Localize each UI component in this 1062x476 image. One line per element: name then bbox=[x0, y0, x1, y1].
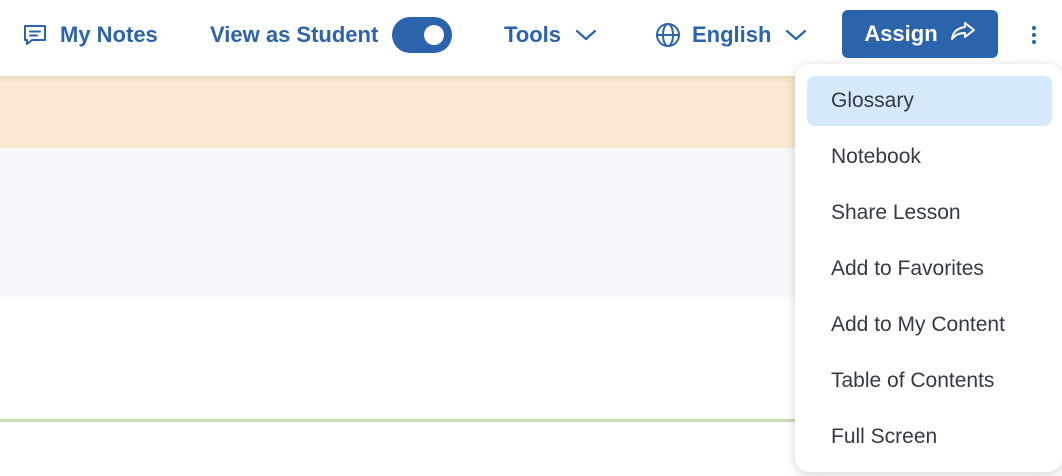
menu-item-label: Notebook bbox=[831, 145, 921, 168]
assign-button[interactable]: Assign bbox=[842, 10, 998, 58]
menu-item-add-to-my-content[interactable]: Add to My Content bbox=[807, 300, 1052, 350]
menu-item-label: Add to Favorites bbox=[831, 257, 984, 280]
kebab-menu-icon[interactable] bbox=[1022, 20, 1046, 50]
menu-item-share-lesson[interactable]: Share Lesson bbox=[807, 188, 1052, 238]
tools-dropdown[interactable]: Tools bbox=[504, 0, 597, 70]
menu-item-label: Share Lesson bbox=[831, 201, 961, 224]
chat-icon bbox=[22, 23, 48, 47]
share-arrow-icon bbox=[950, 20, 976, 48]
menu-item-label: Table of Contents bbox=[831, 369, 995, 392]
tools-label: Tools bbox=[504, 22, 562, 47]
toggle-knob bbox=[424, 25, 445, 45]
view-as-student-label: View as Student bbox=[210, 22, 379, 47]
view-as-student-toggle[interactable] bbox=[392, 17, 453, 53]
my-notes-label: My Notes bbox=[60, 22, 158, 47]
chevron-down-icon bbox=[575, 28, 597, 42]
menu-item-notebook[interactable]: Notebook bbox=[807, 132, 1052, 182]
menu-item-full-screen[interactable]: Full Screen bbox=[807, 412, 1052, 462]
menu-item-glossary[interactable]: Glossary bbox=[807, 76, 1052, 126]
language-dropdown[interactable]: English bbox=[655, 0, 807, 70]
chevron-down-icon bbox=[785, 28, 807, 42]
menu-item-table-of-contents[interactable]: Table of Contents bbox=[807, 356, 1052, 406]
assign-label: Assign bbox=[864, 21, 938, 46]
language-label: English bbox=[692, 22, 772, 47]
view-as-student: View as Student bbox=[210, 0, 453, 70]
my-notes-button[interactable]: My Notes bbox=[22, 0, 158, 70]
overflow-menu: Glossary Notebook Share Lesson Add to Fa… bbox=[795, 64, 1062, 472]
menu-item-add-to-favorites[interactable]: Add to Favorites bbox=[807, 244, 1052, 294]
menu-item-label: Add to My Content bbox=[831, 313, 1005, 336]
menu-item-label: Glossary bbox=[831, 89, 914, 112]
menu-item-label: Full Screen bbox=[831, 425, 938, 448]
globe-icon bbox=[655, 22, 681, 48]
